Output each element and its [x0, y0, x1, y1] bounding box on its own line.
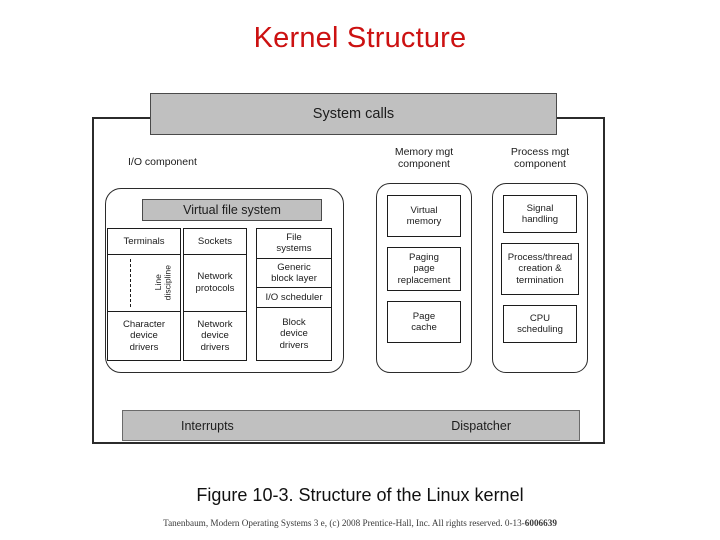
process-component-caption: Process mgt component — [510, 146, 570, 171]
memory-box-page-cache: Page cache — [387, 301, 461, 343]
io-cell-file-systems: File systems — [257, 229, 331, 259]
line-discipline-divider — [130, 258, 131, 307]
process-box-cpu-scheduling: CPU scheduling — [503, 305, 577, 343]
figure-caption: Figure 10-3. Structure of the Linux kern… — [196, 485, 524, 505]
memory-box-paging-page-replacement: Paging page replacement — [387, 247, 461, 291]
terminal-column: Terminals Line discipline Character devi… — [107, 228, 181, 361]
page-title: Kernel Structure — [253, 22, 467, 54]
io-cell-sockets: Sockets — [184, 229, 246, 255]
io-cell-network-device-drivers: Network device drivers — [197, 318, 233, 353]
io-cell-block-device-drivers: Block device drivers — [279, 316, 309, 351]
io-cell-generic-block-layer: Generic block layer — [257, 259, 331, 289]
copyright-text: Tanenbaum, Modern Operating Systems 3 e,… — [163, 518, 525, 528]
kernel-structure-diagram: System calls I/O component Virtual file … — [86, 88, 616, 453]
dispatcher-label: Dispatcher — [451, 418, 511, 433]
system-calls-bar: System calls — [150, 93, 557, 135]
process-box-signal-handling: Signal handling — [503, 195, 577, 233]
io-cell-network-protocols: Network protocols — [184, 255, 246, 312]
virtual-file-system-bar: Virtual file system — [142, 199, 322, 221]
io-cell-line-discipline: Line discipline — [108, 255, 180, 312]
block-column: File systems Generic block layer I/O sch… — [256, 228, 332, 361]
io-cell-line-discipline-label: Line discipline — [153, 265, 173, 301]
network-column: Sockets Network protocols Network device… — [183, 228, 247, 361]
memory-component-caption: Memory mgt component — [394, 146, 454, 171]
slide-canvas: Kernel Structure System calls I/O compon… — [0, 0, 720, 540]
copyright-notice: Tanenbaum, Modern Operating Systems 3 e,… — [0, 518, 720, 528]
io-cell-character-device-drivers: Character device drivers — [122, 318, 166, 353]
io-cell-terminals: Terminals — [108, 229, 180, 255]
copyright-isbn: 6006639 — [524, 518, 557, 528]
system-calls-label: System calls — [312, 106, 395, 122]
process-box-creation-termination: Process/thread creation & termination — [501, 243, 579, 295]
interrupts-dispatcher-bar: Interrupts Dispatcher — [122, 410, 580, 441]
io-component-caption: I/O component — [128, 156, 197, 168]
interrupts-label: Interrupts — [181, 418, 234, 433]
virtual-file-system-label: Virtual file system — [183, 203, 281, 217]
io-cell-io-scheduler: I/O scheduler — [257, 288, 331, 308]
memory-box-virtual-memory: Virtual memory — [387, 195, 461, 237]
